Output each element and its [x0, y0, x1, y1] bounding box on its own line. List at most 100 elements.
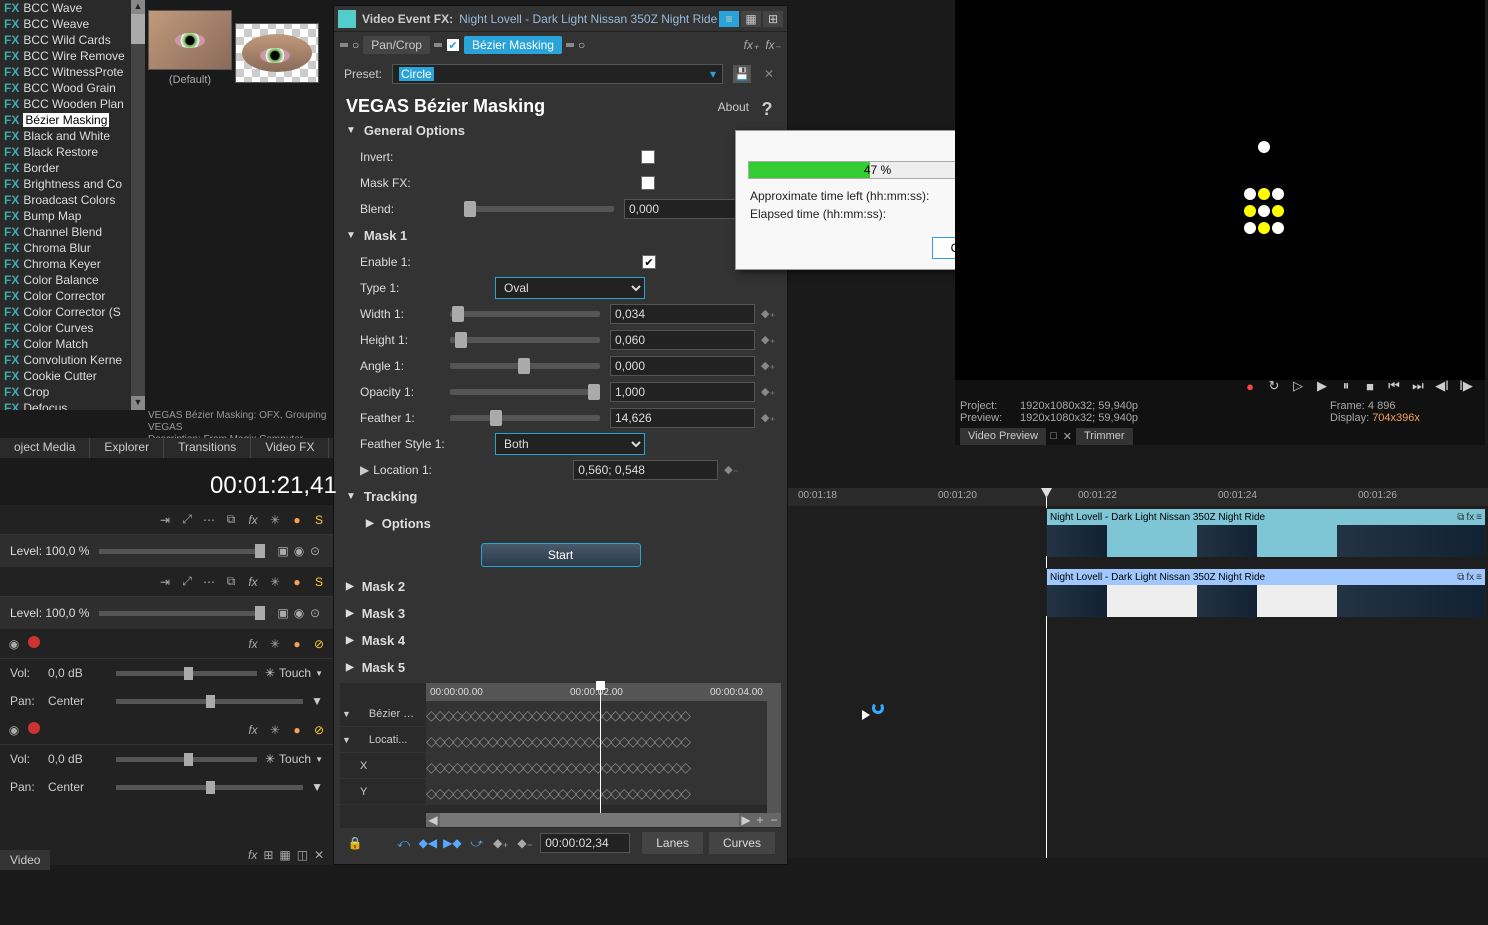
track2-mute-icon[interactable]: ●: [289, 574, 305, 590]
track2-max-icon[interactable]: ⤢: [179, 574, 195, 590]
timeline-ruler[interactable]: 00:01:1800:01:2000:01:2200:01:2400:01:26: [788, 488, 1488, 506]
kf-lock-icon[interactable]: 🔒: [346, 833, 364, 853]
fx-item-broadcast-colors[interactable]: FXBroadcast Colors: [0, 192, 125, 208]
track2-comp-icon[interactable]: ▣: [275, 605, 291, 621]
track2-automation-icon[interactable]: ✳: [267, 574, 283, 590]
kf-row-0[interactable]: ▼Bézier Ma...: [340, 701, 426, 727]
width1-input[interactable]: [610, 304, 755, 324]
fx-item-color-balance[interactable]: FXColor Balance: [0, 272, 125, 288]
bottom-show-icon[interactable]: ◫: [297, 848, 308, 862]
clip2-more-icon[interactable]: ≡: [1476, 572, 1482, 583]
tab-pin-icon[interactable]: □: [1048, 428, 1059, 445]
fx-item-bcc-wood-grain[interactable]: FXBCC Wood Grain: [0, 80, 125, 96]
play-from-start-icon[interactable]: ▷: [1289, 377, 1307, 395]
kf-last-icon[interactable]: ⤻: [468, 833, 486, 853]
enable1-checkbox[interactable]: ✔: [642, 255, 656, 269]
height1-kf-icon[interactable]: ◆₊: [761, 333, 775, 347]
view-list-icon[interactable]: ≡: [719, 11, 739, 27]
preset-combo[interactable]: Circle▾: [392, 64, 723, 84]
fx-item-b-zier-masking[interactable]: FXBézier Masking: [0, 112, 125, 128]
pan-slider[interactable]: [116, 699, 303, 704]
arm-record2-icon[interactable]: [28, 722, 40, 734]
preview-viewport[interactable]: [955, 0, 1485, 380]
fx-item-bcc-wire-remove[interactable]: FXBCC Wire Remove: [0, 48, 125, 64]
track2-more-icon[interactable]: ⋯: [201, 574, 217, 590]
pause-icon[interactable]: ⏸: [1337, 377, 1355, 395]
kf-prev-icon[interactable]: ◆◀: [419, 833, 437, 853]
kf-add-icon[interactable]: ◆₊: [492, 833, 510, 853]
main-timeline[interactable]: 00:01:1800:01:2000:01:2200:01:2400:01:26…: [788, 488, 1488, 858]
track-fx-icon[interactable]: fx: [245, 512, 261, 528]
automation-mode[interactable]: ✳ Touch ▼: [265, 664, 323, 682]
kf-playhead[interactable]: [600, 683, 601, 813]
pan2-slider[interactable]: [116, 785, 303, 790]
bottom-close-icon[interactable]: ✕: [314, 848, 324, 862]
fx-item-bcc-wave[interactable]: FXBCC Wave: [0, 0, 125, 16]
fx-item-crop[interactable]: FXCrop: [0, 384, 125, 400]
track2-rec-icon[interactable]: ⊙: [307, 605, 323, 621]
kf-lanes-button[interactable]: Lanes: [642, 832, 703, 854]
scroll-up-icon[interactable]: ▲: [131, 0, 145, 14]
location1-kf-icon[interactable]: ◆₋: [724, 463, 738, 477]
tab-video[interactable]: Video: [0, 850, 50, 870]
help-icon[interactable]: ?: [759, 99, 775, 115]
track2-trim-icon[interactable]: ⧉: [223, 574, 239, 590]
kf-vscroll[interactable]: [767, 683, 781, 813]
vol2-slider[interactable]: [116, 757, 257, 762]
blend-slider[interactable]: [464, 206, 614, 212]
opacity1-input[interactable]: [610, 382, 755, 402]
fx-item-defocus[interactable]: FXDefocus: [0, 400, 125, 410]
tab-transitions[interactable]: Transitions: [164, 438, 251, 458]
width1-slider[interactable]: [450, 311, 600, 317]
view-grid-icon[interactable]: ▦: [741, 11, 761, 27]
kf-next-icon[interactable]: ▶◆: [443, 833, 461, 853]
angle1-kf-icon[interactable]: ◆₊: [761, 359, 775, 373]
opacity1-slider[interactable]: [450, 389, 600, 395]
kf-del-icon[interactable]: ◆₋: [516, 833, 534, 853]
preset-thumb-default[interactable]: (Default): [148, 10, 232, 86]
fx-item-brightness-and-co[interactable]: FXBrightness and Co: [0, 176, 125, 192]
track-solo-icon[interactable]: S: [311, 512, 327, 528]
vol-slider[interactable]: [116, 671, 257, 676]
go-start-icon[interactable]: ⏮: [1385, 377, 1403, 395]
fx-item-bcc-witnessprote[interactable]: FXBCC WitnessProte: [0, 64, 125, 80]
angle1-slider[interactable]: [450, 363, 600, 369]
clip2-fx-icon[interactable]: fx: [1466, 572, 1474, 583]
tab-explorer[interactable]: Explorer: [90, 438, 164, 458]
kf-row-2[interactable]: X: [340, 753, 426, 779]
chain-pan-crop[interactable]: Pan/Crop: [363, 36, 430, 54]
prev-frame-icon[interactable]: ◀Ⅰ: [1433, 377, 1451, 395]
fx-item-channel-blend[interactable]: FXChannel Blend: [0, 224, 125, 240]
arm-record-icon[interactable]: [28, 636, 40, 648]
section-tracking[interactable]: ▼Tracking: [346, 483, 775, 510]
fx-item-chroma-blur[interactable]: FXChroma Blur: [0, 240, 125, 256]
automation-mode2[interactable]: ✳ Touch ▼: [265, 750, 323, 768]
featherstyle1-select[interactable]: Both: [495, 433, 645, 455]
level2-slider[interactable]: [99, 611, 265, 616]
height1-slider[interactable]: [450, 337, 600, 343]
tab-trimmer[interactable]: Trimmer: [1076, 428, 1133, 445]
kf-hscroll-left-icon[interactable]: ◀: [426, 813, 440, 827]
kf-hscroll-thumb[interactable]: [440, 813, 739, 827]
timeline-clip-2[interactable]: Night Lovell - Dark Light Nissan 350Z Ni…: [1046, 568, 1486, 616]
preset-save-icon[interactable]: 💾: [733, 65, 751, 83]
kf-curves-button[interactable]: Curves: [709, 832, 775, 854]
section-mask4[interactable]: ▶Mask 4: [346, 627, 775, 654]
scroll-down-icon[interactable]: ▼: [131, 396, 145, 410]
section-tracking-options[interactable]: ▶Options: [346, 510, 775, 537]
feather1-input[interactable]: [610, 408, 755, 428]
clip2-trim-icon[interactable]: ⧉: [1457, 572, 1464, 583]
play-icon[interactable]: ▶: [1313, 377, 1331, 395]
fx-item-color-curves[interactable]: FXColor Curves: [0, 320, 125, 336]
record-icon[interactable]: ●: [1241, 377, 1259, 395]
track2-min-icon[interactable]: ⇥: [157, 574, 173, 590]
width1-kf-icon[interactable]: ◆₊: [761, 307, 775, 321]
track-min-icon[interactable]: ⇥: [157, 512, 173, 528]
scroll-thumb[interactable]: [131, 14, 145, 44]
feather1-slider[interactable]: [450, 415, 600, 421]
track-comp-icon[interactable]: ▣: [275, 543, 291, 559]
kf-row-1[interactable]: ▼Locati...: [340, 727, 426, 753]
fx-item-bcc-wooden-plan[interactable]: FXBCC Wooden Plan: [0, 96, 125, 112]
height1-input[interactable]: [610, 330, 755, 350]
section-mask1[interactable]: ▼Mask 1: [346, 222, 775, 249]
